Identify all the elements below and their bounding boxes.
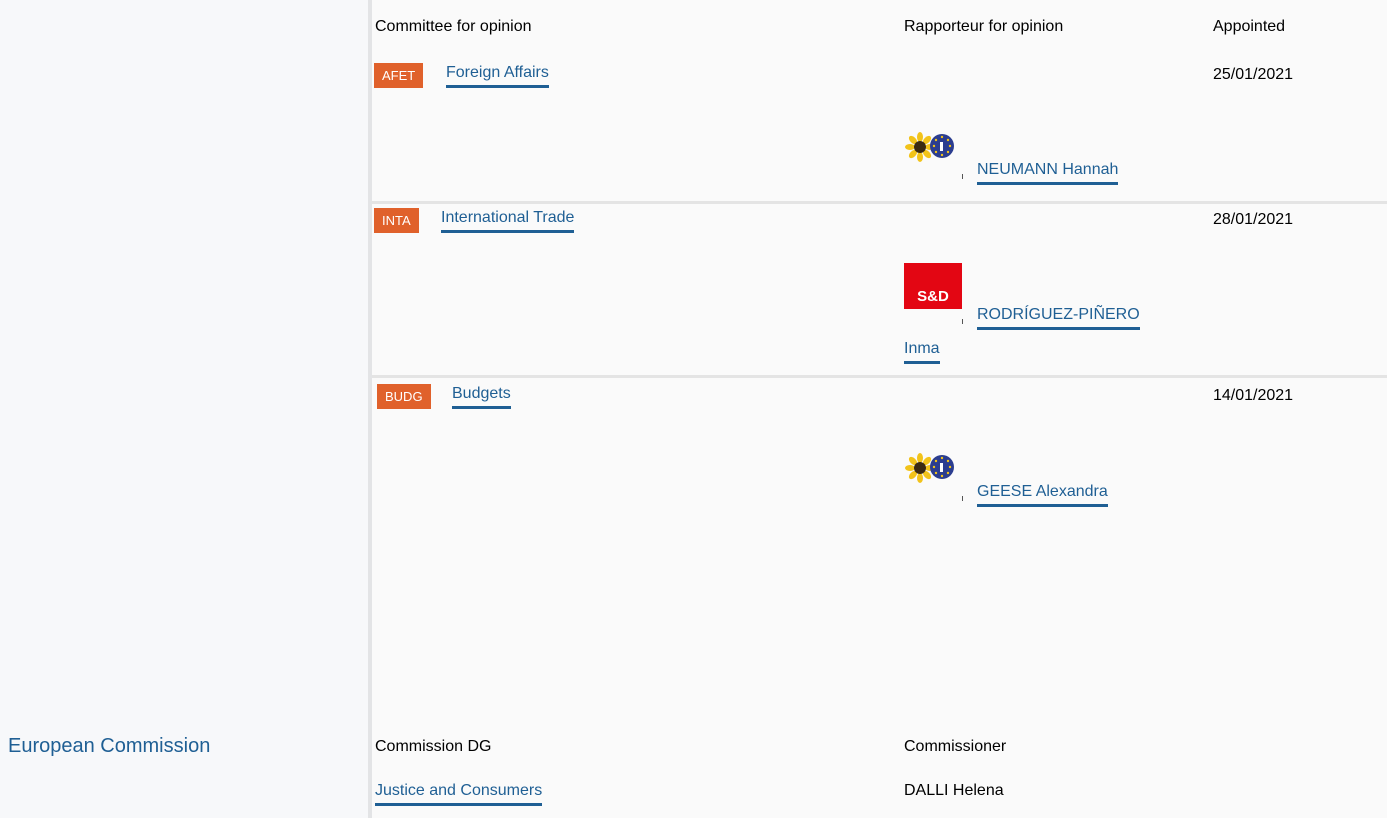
committee-link-foreign-affairs[interactable]: Foreign Affairs xyxy=(446,63,549,88)
s-and-d-logo-text: S&D xyxy=(917,288,949,305)
committee-code-badge: AFET xyxy=(374,63,424,88)
header-rapporteur: Rapporteur for opinion xyxy=(904,18,1064,35)
committee-code-badge: BUDG xyxy=(377,384,431,409)
separator-tick xyxy=(962,174,963,179)
appointed-date: 28/01/2021 xyxy=(1213,211,1294,228)
separator-tick xyxy=(962,319,963,324)
rapporteur-link-neumann[interactable]: NEUMANN Hannah xyxy=(977,160,1119,185)
row-divider xyxy=(372,375,1387,378)
main-content-column xyxy=(372,0,1387,818)
committee-link-budgets[interactable]: Budgets xyxy=(452,384,511,409)
separator-tick xyxy=(962,496,963,501)
rapporteur-link-rodriguez-pinero-line2[interactable]: Inma xyxy=(904,339,940,364)
greens-efa-sunflower-icon xyxy=(904,131,956,163)
commission-dg-header: Commission DG xyxy=(375,738,492,755)
commissioner-header: Commissioner xyxy=(904,738,1007,755)
commission-dg-link[interactable]: Justice and Consumers xyxy=(375,781,543,806)
header-appointed: Appointed xyxy=(1213,18,1286,35)
committee-link-international-trade[interactable]: International Trade xyxy=(441,208,575,233)
rapporteur-link-rodriguez-pinero-line1[interactable]: RODRÍGUEZ-PIÑERO xyxy=(977,305,1140,330)
rapporteur-link-geese[interactable]: GEESE Alexandra xyxy=(977,482,1108,507)
appointed-date: 14/01/2021 xyxy=(1213,387,1294,404)
committee-code-badge: INTA xyxy=(374,208,419,233)
appointed-date: 25/01/2021 xyxy=(1213,66,1294,83)
commissioner-name: DALLI Helena xyxy=(904,782,1004,799)
european-commission-title: European Commission xyxy=(8,735,211,757)
greens-efa-sunflower-icon xyxy=(904,452,956,484)
header-committee: Committee for opinion xyxy=(375,18,532,35)
row-divider xyxy=(372,201,1387,204)
left-label-column xyxy=(0,0,368,818)
procedure-page: Committee for opinion Rapporteur for opi… xyxy=(0,0,1387,818)
s-and-d-logo-icon: S&D xyxy=(904,263,962,309)
